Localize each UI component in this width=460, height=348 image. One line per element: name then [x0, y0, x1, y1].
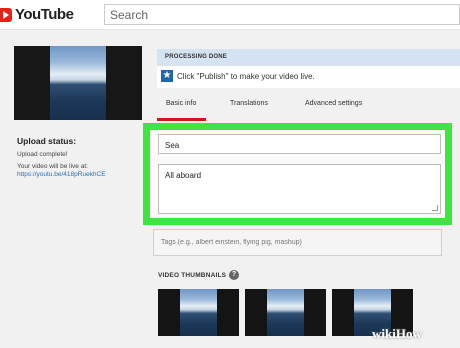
- tags-input[interactable]: [154, 230, 441, 255]
- thumbnail-image: [267, 289, 304, 336]
- video-link[interactable]: https://youtu.be/418pRuekhCE: [17, 171, 106, 178]
- video-preview-image: [50, 46, 106, 120]
- tab-translations[interactable]: Translations: [230, 100, 268, 107]
- description-field[interactable]: All aboard: [158, 164, 441, 214]
- tab-bar: Basic info Translations Advanced setting…: [157, 95, 460, 121]
- active-tab-indicator: [157, 118, 206, 121]
- thumbnail-option-1[interactable]: [158, 289, 239, 336]
- video-thumbnails-label: VIDEO THUMBNAILS: [158, 272, 227, 279]
- top-bar: YouTube: [0, 0, 460, 30]
- tab-basic-info[interactable]: Basic info: [166, 100, 196, 107]
- thumbnail-image: [180, 289, 217, 336]
- watermark-suffix: How: [395, 326, 422, 341]
- thumbnail-option-2[interactable]: [245, 289, 326, 336]
- watermark-prefix: wiki: [372, 326, 396, 341]
- live-at-label: Your video will be live at:: [17, 163, 88, 170]
- video-preview: [14, 46, 142, 120]
- search-input[interactable]: [105, 5, 459, 24]
- processing-status-text: PROCESSING DONE: [165, 54, 228, 60]
- title-input[interactable]: [159, 136, 440, 155]
- title-field[interactable]: [158, 134, 441, 155]
- play-logo-icon: [0, 7, 12, 22]
- processing-status-bar: PROCESSING DONE: [157, 49, 460, 66]
- wikihow-watermark: wikiHow: [372, 326, 422, 342]
- publish-message-row: ★ Click "Publish" to make your video liv…: [157, 66, 460, 88]
- tab-advanced-settings[interactable]: Advanced settings: [305, 100, 362, 107]
- help-icon[interactable]: ?: [229, 270, 239, 280]
- upload-complete-text: Upload complete!: [17, 151, 68, 158]
- star-icon: ★: [161, 70, 173, 82]
- youtube-logo[interactable]: YouTube: [0, 6, 74, 23]
- tags-field[interactable]: [153, 229, 442, 256]
- logo-text: YouTube: [15, 6, 74, 23]
- upload-status-title: Upload status:: [17, 136, 77, 146]
- search-box[interactable]: [104, 4, 460, 25]
- publish-message: Click "Publish" to make your video live.: [177, 72, 315, 81]
- resize-handle-icon[interactable]: [432, 205, 438, 211]
- description-input[interactable]: All aboard: [159, 165, 440, 213]
